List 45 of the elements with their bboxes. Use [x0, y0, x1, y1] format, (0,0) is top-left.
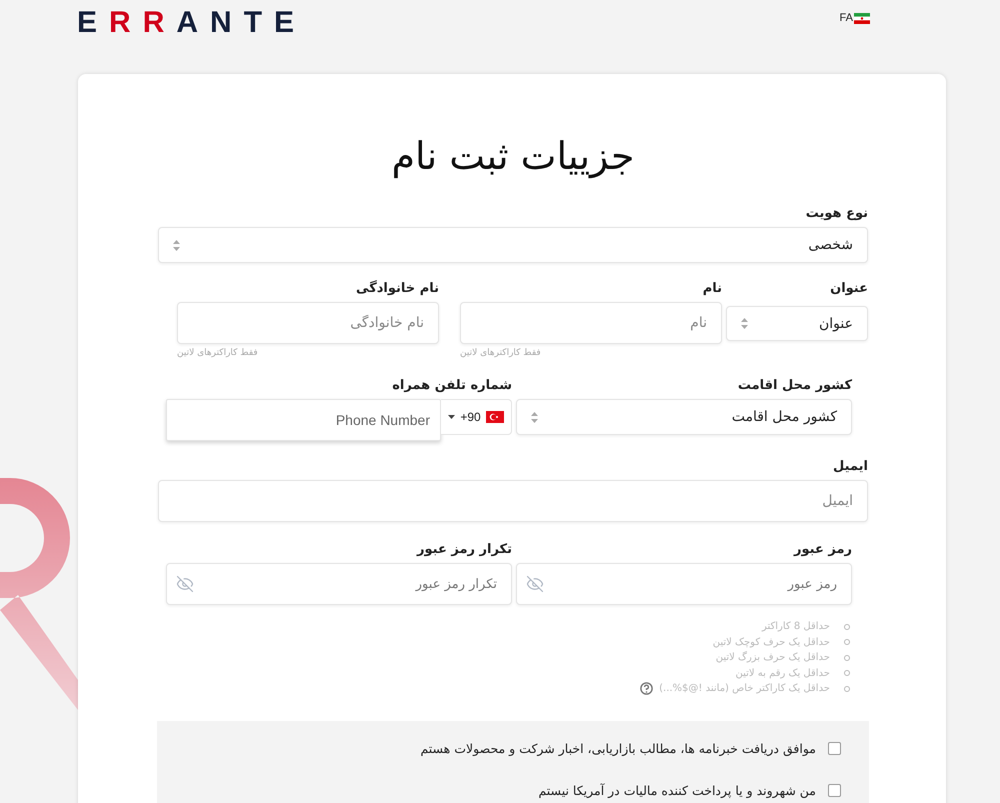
- bullet-icon: [844, 624, 850, 630]
- rule-text: حداقل یک حرف کوچک لاتین: [712, 636, 830, 650]
- sort-arrows-icon: [741, 318, 748, 329]
- field-label: عنوان: [829, 281, 868, 296]
- rule-text: حداقل 8 کاراکتر: [762, 620, 830, 634]
- rule-text: حداقل یک کاراکتر خاص (مانند !@$%...): [659, 682, 830, 696]
- page-title: جزییات ثبت نام: [390, 134, 636, 178]
- flag-icon[interactable]: [854, 12, 870, 24]
- bullet-icon: [844, 670, 850, 676]
- field-label: رمز عبور: [792, 542, 852, 557]
- checkbox[interactable]: [828, 742, 841, 755]
- rule-text: حداقل یک حرف بزرگ لاتین: [716, 650, 830, 665]
- rule-text: حداقل یک رقم به لاتین: [735, 666, 830, 680]
- bullet-icon: [844, 639, 850, 646]
- field-label: ایمیل: [832, 459, 868, 474]
- select-field[interactable]: عنوان: [726, 306, 868, 341]
- checkbox[interactable]: [828, 784, 841, 797]
- input-field[interactable]: نام: [460, 302, 722, 344]
- hint-text: فقط کاراکترهای لاتین: [177, 348, 258, 358]
- bullet-icon: [844, 686, 850, 692]
- sort-arrows-icon: [531, 412, 538, 422]
- bullet-icon: [844, 654, 850, 661]
- eye-off-icon[interactable]: [176, 575, 194, 593]
- field-label: نام خانوادگی: [355, 281, 439, 296]
- help-icon[interactable]: [640, 682, 654, 696]
- field-label: نام: [702, 281, 722, 296]
- field-label: تکرار رمز عبور: [416, 542, 512, 557]
- consent-text: من شهروند و یا پرداخت کننده مالیات در آمریکا نیستم: [538, 783, 816, 798]
- eye-off-icon[interactable]: [526, 575, 544, 593]
- flag-icon: [486, 411, 504, 423]
- country-code-dropdown[interactable]: +90: [441, 399, 512, 435]
- phone-input-field[interactable]: Phone Number: [166, 399, 441, 441]
- caret-down-icon: [448, 415, 456, 419]
- language-label[interactable]: FA: [840, 12, 853, 24]
- sort-arrows-icon: [173, 240, 180, 250]
- select-field[interactable]: شخصی: [158, 227, 868, 263]
- hint-text: فقط کاراکترهای لاتین: [460, 348, 541, 358]
- field-label: کشور محل اقامت: [736, 378, 852, 393]
- field-label: نوع هویت: [804, 206, 868, 221]
- password-field[interactable]: تکرار رمز عبور: [166, 563, 512, 605]
- input-field[interactable]: ایمیل: [158, 480, 868, 522]
- consent-text: موافق دریافت خبرنامه ها، مطالب بازاریابی، اخبار شرکت و محصولات هستم: [420, 741, 816, 756]
- field-label: شماره تلفن همراه: [391, 378, 512, 393]
- select-field[interactable]: کشور محل اقامت: [516, 399, 852, 435]
- password-field[interactable]: رمز عبور: [516, 563, 852, 605]
